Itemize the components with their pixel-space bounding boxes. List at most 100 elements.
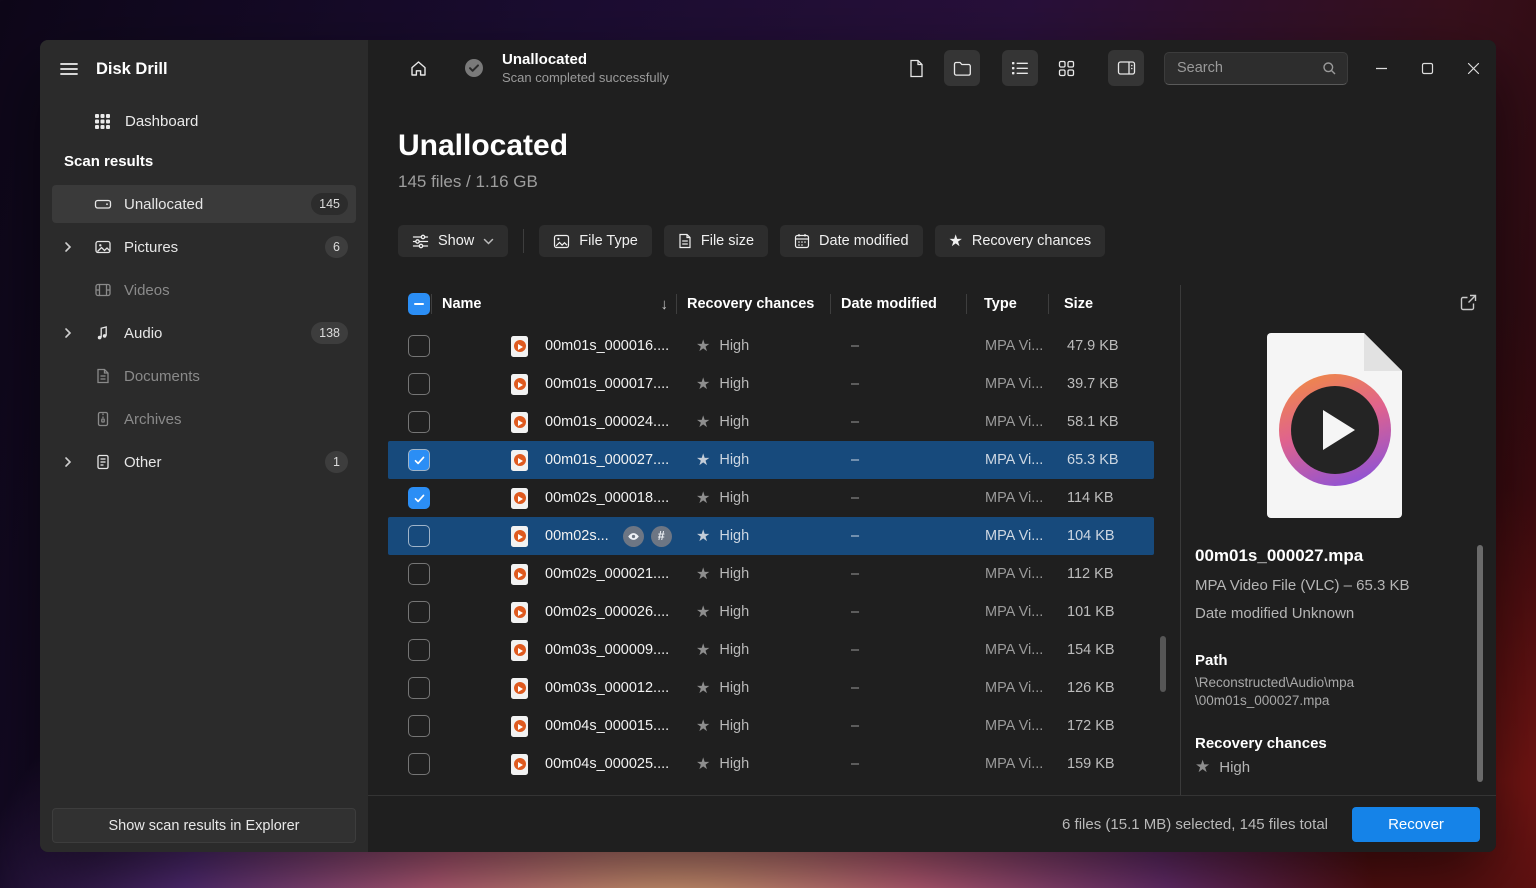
table-row[interactable]: 00m03s_000012.... ★High – MPA Vi... 126 …	[388, 669, 1154, 707]
row-checkbox-checked[interactable]	[408, 487, 430, 509]
media-file-icon	[511, 450, 528, 471]
sidebar-item-audio[interactable]: Audio 138	[52, 314, 356, 352]
sidebar-item-pictures[interactable]: Pictures 6	[52, 228, 356, 266]
table-row[interactable]: 00m02s_000021.... ★High – MPA Vi... 112 …	[388, 555, 1154, 593]
page-head: Unallocated 145 files / 1.16 GB	[368, 96, 1496, 192]
media-file-icon	[511, 374, 528, 395]
date-modified-value: –	[830, 604, 966, 620]
select-all-checkbox[interactable]	[408, 293, 430, 315]
date-modified-value: –	[830, 642, 966, 658]
sidebar-item-dashboard[interactable]: Dashboard	[52, 102, 356, 140]
date-modified-value: –	[830, 528, 966, 544]
sidebar-item-other[interactable]: Other 1	[52, 443, 356, 481]
column-header-recovery-chances[interactable]: Recovery chances	[676, 296, 830, 312]
media-file-icon	[511, 678, 528, 699]
table-row[interactable]: 00m02s_000018.... ★High – MPA Vi... 114 …	[388, 479, 1154, 517]
sidebar-item-documents[interactable]: Documents	[52, 357, 356, 395]
star-icon: ★	[1195, 757, 1210, 777]
table-row[interactable]: 00m04s_000015.... ★High – MPA Vi... 172 …	[388, 707, 1154, 745]
search-input[interactable]	[1177, 60, 1322, 76]
preview-date-modified: Date modified Unknown	[1195, 605, 1354, 622]
new-file-button[interactable]	[898, 50, 934, 86]
media-file-preview	[1267, 333, 1402, 518]
preview-panel-scrollbar[interactable]	[1477, 545, 1483, 782]
column-header-size[interactable]: Size	[1048, 296, 1154, 312]
show-filter-button[interactable]: Show	[398, 225, 508, 257]
star-icon: ★	[696, 678, 710, 698]
column-header-date-modified[interactable]: Date modified	[830, 296, 966, 312]
recovery-chances-filter-button[interactable]: ★ Recovery chances	[935, 225, 1106, 257]
list-view-button[interactable]	[1002, 50, 1038, 86]
table-row[interactable]: 00m01s_000024.... ★High – MPA Vi... 58.1…	[388, 403, 1154, 441]
media-file-icon	[511, 336, 528, 357]
date-modified-value: –	[830, 680, 966, 696]
eye-icon	[627, 530, 640, 543]
minimize-button[interactable]	[1358, 48, 1404, 88]
row-checkbox[interactable]	[408, 601, 430, 623]
preview-panel-toggle-button[interactable]	[1108, 50, 1144, 86]
minimize-icon	[1375, 62, 1388, 75]
chevron-right-icon[interactable]	[62, 327, 76, 339]
table-row-selected[interactable]: 00m01s_000027.... ★High – MPA Vi... 65.3…	[388, 441, 1154, 479]
show-scan-results-in-explorer-button[interactable]: Show scan results in Explorer	[52, 808, 356, 843]
maximize-button[interactable]	[1404, 48, 1450, 88]
star-icon: ★	[696, 488, 710, 508]
hamburger-menu-button[interactable]	[56, 56, 82, 82]
row-checkbox-checked[interactable]	[408, 449, 430, 471]
sidebar-item-unallocated[interactable]: Unallocated 145	[52, 185, 356, 223]
row-checkbox[interactable]	[408, 525, 430, 547]
table-row[interactable]: 00m02s_000026.... ★High – MPA Vi... 101 …	[388, 593, 1154, 631]
selection-summary: 6 files (15.1 MB) selected, 145 files to…	[1062, 816, 1328, 833]
table-row[interactable]: 00m01s_000017.... ★High – MPA Vi... 39.7…	[388, 365, 1154, 403]
recovery-value: High	[719, 718, 749, 734]
media-file-icon	[511, 640, 528, 661]
table-row[interactable]: 00m04s_000025.... ★High – MPA Vi... 159 …	[388, 745, 1154, 783]
file-type-filter-button[interactable]: File Type	[539, 225, 652, 257]
file-size-value: 101 KB	[1048, 604, 1154, 620]
table-scrollbar[interactable]	[1160, 636, 1166, 692]
sidebar-item-archives[interactable]: Archives	[52, 400, 356, 438]
preview-path-line1: \Reconstructed\Audio\mpa	[1195, 675, 1354, 690]
recovery-value: High	[719, 566, 749, 582]
chevron-right-icon[interactable]	[62, 456, 76, 468]
preview-eye-button[interactable]	[623, 526, 644, 547]
scan-status: Unallocated Scan completed successfully	[502, 52, 669, 84]
open-preview-external-button[interactable]	[1454, 288, 1482, 316]
row-checkbox[interactable]	[408, 373, 430, 395]
column-header-type[interactable]: Type	[966, 296, 1048, 312]
sidebar-item-videos[interactable]: Videos	[52, 271, 356, 309]
home-icon	[409, 59, 428, 78]
media-file-icon	[511, 754, 528, 775]
grid-view-button[interactable]	[1048, 50, 1084, 86]
row-checkbox[interactable]	[408, 563, 430, 585]
count-badge: 6	[325, 236, 348, 258]
side-panel-icon	[1117, 60, 1136, 76]
recovery-value: High	[719, 452, 749, 468]
file-size-filter-button[interactable]: File size	[664, 225, 768, 257]
date-modified-filter-button[interactable]: Date modified	[780, 225, 922, 257]
row-checkbox[interactable]	[408, 335, 430, 357]
recovery-value: High	[719, 414, 749, 430]
row-checkbox[interactable]	[408, 411, 430, 433]
play-icon	[1323, 410, 1355, 450]
row-checkbox[interactable]	[408, 677, 430, 699]
recover-button[interactable]: Recover	[1352, 807, 1480, 842]
calendar-icon	[794, 233, 810, 249]
table-row[interactable]: 00m01s_000016.... ★High – MPA Vi... 47.9…	[388, 327, 1154, 365]
row-checkbox[interactable]	[408, 639, 430, 661]
date-modified-value: –	[830, 718, 966, 734]
column-header-name[interactable]: Name ↓	[431, 296, 676, 313]
table-row[interactable]: 00m03s_000009.... ★High – MPA Vi... 154 …	[388, 631, 1154, 669]
table-row-hovered[interactable]: 00m02s... # ★High –	[388, 517, 1154, 555]
star-icon: ★	[696, 526, 710, 546]
row-checkbox[interactable]	[408, 753, 430, 775]
preview-file-name: 00m01s_000027.mpa	[1195, 546, 1363, 566]
scan-status-text: Scan completed successfully	[502, 71, 669, 84]
hex-view-button[interactable]: #	[651, 526, 672, 547]
chevron-right-icon[interactable]	[62, 241, 76, 253]
home-button[interactable]	[400, 50, 436, 86]
row-checkbox[interactable]	[408, 715, 430, 737]
star-icon: ★	[696, 754, 710, 774]
open-folder-button[interactable]	[944, 50, 980, 86]
close-button[interactable]	[1450, 48, 1496, 88]
